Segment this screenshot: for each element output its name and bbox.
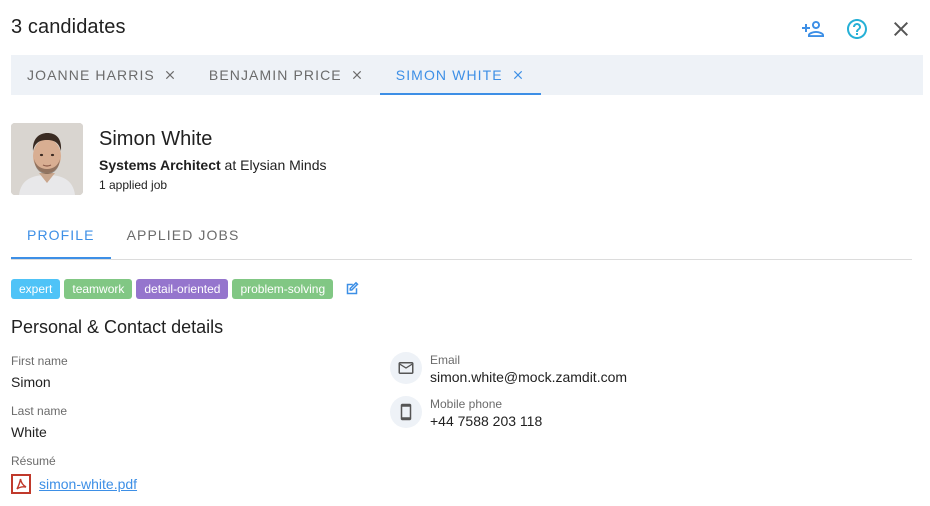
page-title: 3 candidates <box>11 16 126 38</box>
help-button[interactable] <box>842 14 872 44</box>
tag-problem-solving[interactable]: problem-solving <box>232 279 334 299</box>
tag-teamwork[interactable]: teamwork <box>64 279 133 299</box>
last-name-field: Last name White <box>11 404 67 440</box>
resume-label: Résumé <box>11 454 56 468</box>
section-tabs: PROFILE APPLIED JOBS <box>11 214 912 260</box>
candidate-tab-joanne-harris[interactable]: JOANNE HARRIS <box>11 55 193 95</box>
first-name-label: First name <box>11 354 68 368</box>
remove-candidate-button[interactable] <box>511 68 525 82</box>
email-contact: Email simon.white@mock.zamdit.com <box>390 352 627 385</box>
close-icon <box>352 70 361 80</box>
add-user-icon <box>802 21 824 37</box>
close-icon <box>513 70 522 80</box>
candidate-tabs: JOANNE HARRIS BENJAMIN PRICE SIMON WHITE <box>11 55 923 95</box>
first-name-value: Simon <box>11 374 51 390</box>
avatar-photo <box>11 123 83 195</box>
candidate-tab-label: JOANNE HARRIS <box>27 67 155 83</box>
panel-header: 3 candidates <box>11 14 930 42</box>
role-connector: at <box>224 157 237 173</box>
mail-icon <box>398 362 414 374</box>
last-name-value: White <box>11 424 47 440</box>
phone-icon-badge <box>390 396 422 428</box>
resume-row: simon-white.pdf <box>11 474 137 494</box>
avatar <box>11 123 83 195</box>
remove-candidate-button[interactable] <box>350 68 364 82</box>
job-title: Systems Architect <box>99 157 221 173</box>
candidate-role: Systems Architect at Elysian Minds <box>99 157 327 173</box>
remove-candidate-button[interactable] <box>163 68 177 82</box>
resume-field: Résumé simon-white.pdf <box>11 454 137 494</box>
phone-label: Mobile phone <box>430 397 503 411</box>
phone-icon <box>400 403 412 421</box>
pdf-icon <box>11 474 31 494</box>
last-name-label: Last name <box>11 404 68 418</box>
tab-applied-jobs[interactable]: APPLIED JOBS <box>111 214 256 258</box>
tag-list: expert teamwork detail-oriented problem-… <box>11 278 363 300</box>
details-section-title: Personal & Contact details <box>11 317 224 337</box>
candidate-name: Simon White <box>99 128 213 150</box>
close-icon <box>165 70 174 80</box>
candidate-tab-benjamin-price[interactable]: BENJAMIN PRICE <box>193 55 380 95</box>
candidate-tab-label: BENJAMIN PRICE <box>208 67 342 83</box>
help-icon <box>847 19 867 39</box>
header-actions <box>798 14 916 44</box>
company-name: Elysian Minds <box>240 157 327 173</box>
applied-jobs-count: 1 applied job <box>99 178 168 192</box>
close-icon <box>894 22 908 36</box>
edit-tags-button[interactable] <box>341 278 363 300</box>
first-name-field: First name Simon <box>11 354 68 390</box>
tag-expert[interactable]: expert <box>11 279 61 299</box>
candidate-tab-simon-white[interactable]: SIMON WHITE <box>379 55 541 95</box>
tab-profile[interactable]: PROFILE <box>11 214 111 259</box>
email-label: Email <box>430 353 461 367</box>
add-candidate-button[interactable] <box>798 14 828 44</box>
close-panel-button[interactable] <box>886 14 916 44</box>
phone-contact: Mobile phone +44 7588 203 118 <box>390 396 542 429</box>
candidate-tab-label: SIMON WHITE <box>395 67 503 83</box>
email-value[interactable]: simon.white@mock.zamdit.com <box>430 369 627 385</box>
email-icon-badge <box>390 352 422 384</box>
edit-icon <box>346 281 359 295</box>
phone-value[interactable]: +44 7588 203 118 <box>430 413 542 429</box>
resume-link[interactable]: simon-white.pdf <box>39 476 137 492</box>
tag-detail-oriented[interactable]: detail-oriented <box>136 279 229 299</box>
